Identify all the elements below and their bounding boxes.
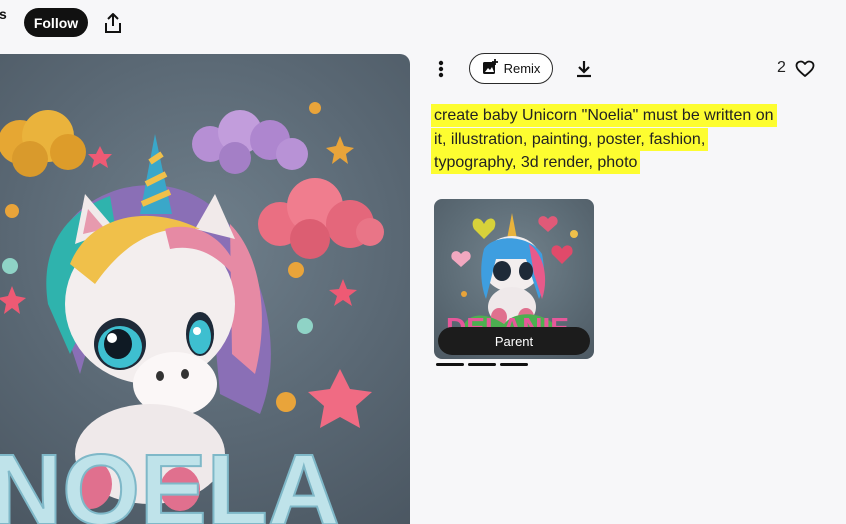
svg-text:NOELA: NOELA [0, 434, 340, 524]
prompt-line-1: create baby Unicorn "Noelia" must be wri… [434, 107, 774, 124]
carousel-indicators [436, 363, 528, 366]
carousel-dot[interactable] [436, 363, 464, 366]
remix-label: Remix [503, 61, 541, 76]
prompt-line-2: it, illustration, painting, poster, fash… [434, 130, 706, 148]
heart-icon[interactable] [795, 59, 815, 79]
image-add-icon [482, 59, 498, 78]
generated-image[interactable]: NOELA [0, 54, 410, 524]
like-count: 2 [777, 59, 786, 76]
download-icon[interactable] [574, 58, 594, 80]
prompt-text: create baby Unicorn "Noelia" must be wri… [434, 104, 834, 175]
yellow-cloud [0, 110, 86, 177]
carousel-dot[interactable] [468, 363, 496, 366]
username-fragment[interactable]: s [0, 6, 7, 22]
more-vertical-icon[interactable] [431, 58, 451, 80]
parent-button[interactable]: Parent [438, 327, 590, 355]
remix-button[interactable]: Remix [469, 53, 553, 84]
parent-thumbnail[interactable]: DELANIE Parent [434, 199, 594, 359]
purple-cloud [192, 110, 308, 174]
follow-button[interactable]: Follow [24, 8, 88, 37]
main-image-text: NOELA [0, 433, 341, 524]
share-icon[interactable] [102, 11, 124, 35]
carousel-dot[interactable] [500, 363, 528, 366]
pink-cloud [258, 178, 384, 259]
prompt-line-3: typography, 3d render, photo [434, 154, 638, 171]
